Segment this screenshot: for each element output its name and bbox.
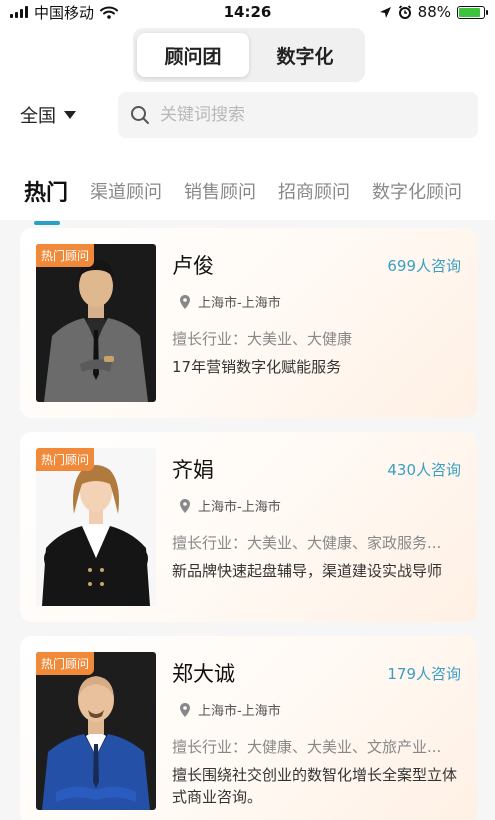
category-tabs: 热门 渠道顾问 销售顾问 招商顾问 数字化顾问 xyxy=(0,166,495,225)
wifi-icon xyxy=(100,6,119,19)
segment-consultant-team[interactable]: 顾问团 xyxy=(137,33,249,77)
description-text: 擅长围绕社交创业的数智化增长全案型立体式商业咨询。 xyxy=(172,766,458,806)
alarm-icon xyxy=(398,5,411,19)
hot-badge: 热门顾问 xyxy=(36,448,95,471)
signal-icon xyxy=(10,6,28,18)
status-right: 88% xyxy=(379,3,488,21)
industry-text: 擅长行业：大美业、大健康、家政服务... xyxy=(172,534,442,552)
consult-count: 699人咨询 xyxy=(387,257,461,275)
location-pin-icon xyxy=(180,294,190,309)
industry-text: 擅长行业：大健康、大美业、文旅产业... xyxy=(172,738,442,756)
carrier-label: 中国移动 xyxy=(34,3,95,22)
search-box[interactable] xyxy=(118,92,478,138)
tab-digital[interactable]: 数字化顾问 xyxy=(372,178,462,204)
battery-icon xyxy=(457,5,488,19)
mode-switch: 顾问团 数字化 xyxy=(133,28,365,82)
consultant-name: 卢俊 xyxy=(172,254,214,278)
search-icon xyxy=(131,106,149,124)
consultant-card[interactable]: 热门顾问 齐娟 430人咨询 上海市-上海市 擅长行业：大美业、大健康、家政服务… xyxy=(20,432,477,622)
consultant-card[interactable]: 热门顾问 卢俊 699人咨询 上海市-上海市 擅长行业：大美业、大健康 17年营… xyxy=(20,228,477,418)
header-area: 顾问团 数字化 全国 热门 渠道顾问 销售顾问 招商顾问 数字化顾问 xyxy=(0,24,495,225)
location-text: 上海市-上海市 xyxy=(198,500,281,515)
region-dropdown[interactable]: 全国 xyxy=(20,102,76,128)
consultant-photo: 热门顾问 xyxy=(36,652,156,810)
description-text: 17年营销数字化赋能服务 xyxy=(172,358,342,376)
location: 上海市-上海市 xyxy=(180,292,281,311)
tab-sales[interactable]: 销售顾问 xyxy=(184,178,256,204)
status-left: 中国移动 xyxy=(10,2,119,23)
industry-text: 擅长行业：大美业、大健康 xyxy=(172,330,353,348)
location: 上海市-上海市 xyxy=(180,496,281,515)
location-text: 上海市-上海市 xyxy=(198,296,281,311)
consult-count: 179人咨询 xyxy=(387,665,461,683)
location: 上海市-上海市 xyxy=(180,700,281,719)
consultant-photo: 热门顾问 xyxy=(36,448,156,606)
battery-percent: 88% xyxy=(417,3,451,21)
consultant-name: 齐娟 xyxy=(172,458,214,482)
status-bar: 中国移动 14:26 88% xyxy=(0,0,495,24)
consultant-list: 热门顾问 卢俊 699人咨询 上海市-上海市 擅长行业：大美业、大健康 17年营… xyxy=(20,228,477,820)
region-label: 全国 xyxy=(20,106,56,127)
consultant-name: 郑大诚 xyxy=(172,662,235,686)
tab-hot[interactable]: 热门 xyxy=(24,175,68,225)
segment-digital[interactable]: 数字化 xyxy=(249,33,361,77)
consultant-card[interactable]: 热门顾问 郑大诚 179人咨询 上海市-上海市 擅长行业：大健康、大美业、文旅产 xyxy=(20,636,477,820)
location-pin-icon xyxy=(180,498,190,513)
consult-count: 430人咨询 xyxy=(387,461,461,479)
tab-channel[interactable]: 渠道顾问 xyxy=(90,178,162,204)
tab-investment[interactable]: 招商顾问 xyxy=(278,178,350,204)
caret-down-icon xyxy=(64,111,76,119)
hot-badge: 热门顾问 xyxy=(36,244,95,267)
search-input[interactable] xyxy=(160,105,460,125)
description-text: 新品牌快速起盘辅导，渠道建设实战导师 xyxy=(172,562,443,580)
consultant-photo: 热门顾问 xyxy=(36,244,156,402)
location-text: 上海市-上海市 xyxy=(198,704,281,719)
hot-badge: 热门顾问 xyxy=(36,652,95,675)
battery-fill xyxy=(459,7,481,17)
location-arrow-icon xyxy=(379,6,391,18)
location-pin-icon xyxy=(180,702,190,717)
